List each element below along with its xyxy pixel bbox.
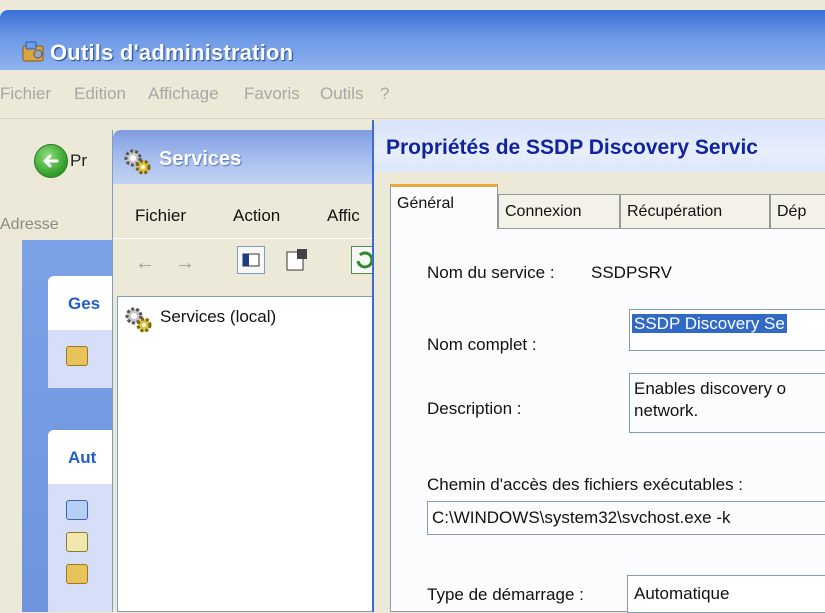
menu-edition[interactable]: Edition: [74, 84, 126, 104]
task-header-other[interactable]: Aut: [48, 430, 118, 484]
menu-affichage[interactable]: Affichage: [148, 84, 219, 104]
menu-outils[interactable]: Outils: [320, 84, 363, 104]
startup-type-label: Type de démarrage :: [427, 585, 584, 604]
description-field[interactable]: Enables discovery o network.: [629, 373, 825, 433]
service-name-label: Nom du service :: [427, 263, 555, 282]
general-panel: Nom du service : SSDPSRV Nom complet : S…: [390, 228, 825, 613]
services-menubar: Fichier Action Affic: [113, 192, 383, 232]
exe-path-field[interactable]: C:\WINDOWS\system32\svchost.exe -k: [427, 501, 825, 535]
description-label: Description :: [427, 399, 522, 418]
folder-icon[interactable]: [66, 346, 88, 366]
tab-recuperation[interactable]: Récupération: [620, 194, 770, 228]
service-name-value: SSDPSRV: [591, 263, 672, 282]
services-menu-affichage[interactable]: Affic: [327, 206, 360, 226]
services-gear-icon: [123, 148, 153, 181]
task-box-manage: Ges: [48, 276, 118, 388]
menu-help[interactable]: ?: [380, 84, 389, 104]
tab-general[interactable]: Général: [390, 184, 498, 229]
properties-dialog: Propriétés de SSDP Discovery Servic Géné…: [372, 120, 825, 613]
menu-favoris[interactable]: Favoris: [244, 84, 300, 104]
exe-path-value: C:\WINDOWS\system32\svchost.exe -k: [432, 508, 731, 527]
services-menu-fichier[interactable]: Fichier: [135, 206, 186, 226]
program-icon[interactable]: [66, 500, 88, 520]
services-titlebar[interactable]: Services: [113, 130, 383, 184]
show-hide-tree-icon[interactable]: [237, 246, 265, 274]
printer-icon[interactable]: [66, 532, 88, 552]
tree-item-label: Services (local): [160, 307, 277, 326]
task-box-other: Aut: [48, 430, 118, 612]
properties-icon[interactable]: [283, 246, 311, 274]
back-button[interactable]: [34, 144, 68, 178]
folder-icon[interactable]: [66, 564, 88, 584]
exe-path-label: Chemin d'accès des fichiers exécutables …: [427, 475, 744, 494]
menu-fichier[interactable]: Fichier: [0, 84, 51, 104]
services-tree: Services (local): [117, 296, 383, 612]
dialog-titlebar[interactable]: Propriétés de SSDP Discovery Servic: [374, 120, 825, 172]
full-name-field[interactable]: SSDP Discovery Se: [629, 309, 825, 351]
admin-tools-icon: [20, 40, 46, 64]
services-gear-icon: [122, 305, 156, 340]
full-name-value: SSDP Discovery Se: [632, 314, 787, 333]
admin-tools-titlebar[interactable]: Outils d'administration: [0, 10, 825, 70]
services-title: Services: [159, 148, 242, 170]
full-name-label: Nom complet :: [427, 335, 537, 354]
toolbar-back-icon[interactable]: ←: [135, 252, 155, 275]
back-label: Pr: [70, 151, 87, 170]
services-menu-action[interactable]: Action: [233, 206, 280, 226]
back-arrow-icon: [43, 154, 59, 168]
admin-tools-title: Outils d'administration: [50, 40, 294, 65]
tab-dependances[interactable]: Dép: [770, 194, 825, 228]
description-line-2: network.: [634, 401, 699, 420]
address-label: Adresse: [0, 216, 59, 233]
dialog-title: Propriétés de SSDP Discovery Servic: [386, 136, 758, 159]
tab-connexion[interactable]: Connexion: [498, 194, 620, 228]
description-line-1: Enables discovery o: [634, 379, 787, 398]
startup-type-value: Automatique: [634, 584, 730, 603]
admin-menubar: Fichier Edition Affichage Favoris Outils…: [0, 74, 825, 114]
startup-type-select[interactable]: Automatique: [627, 575, 825, 613]
services-window: Services Fichier Action Affic ← → Servic…: [112, 130, 383, 612]
task-header-manage[interactable]: Ges: [48, 276, 118, 330]
toolbar-forward-icon[interactable]: →: [175, 252, 195, 275]
